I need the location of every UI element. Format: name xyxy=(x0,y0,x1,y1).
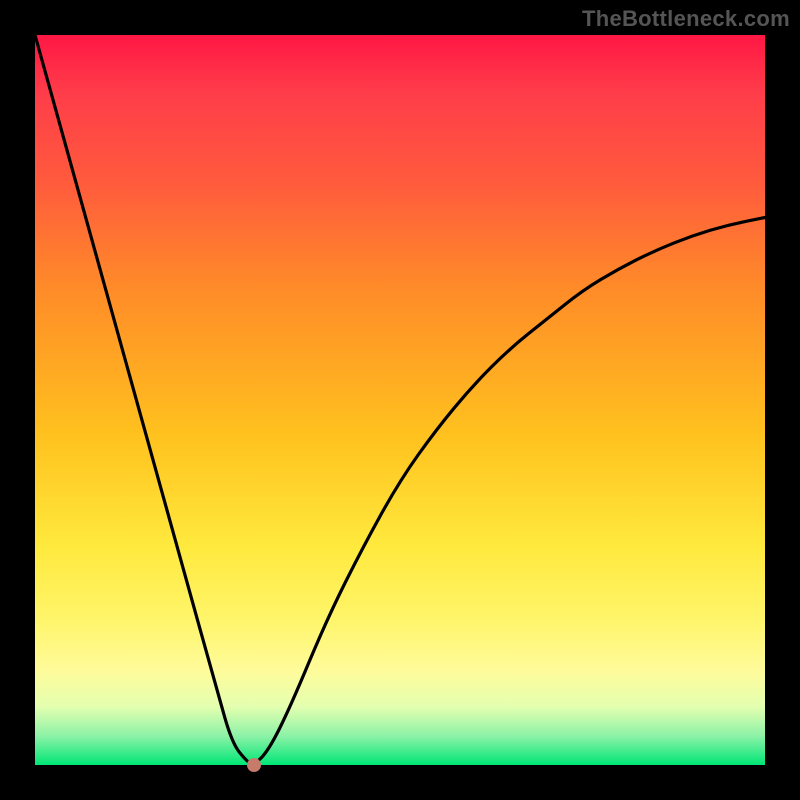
chart-frame: TheBottleneck.com xyxy=(0,0,800,800)
plot-area xyxy=(35,35,765,765)
watermark-text: TheBottleneck.com xyxy=(582,6,790,32)
bottleneck-curve xyxy=(35,35,765,765)
minimum-marker xyxy=(247,758,261,772)
